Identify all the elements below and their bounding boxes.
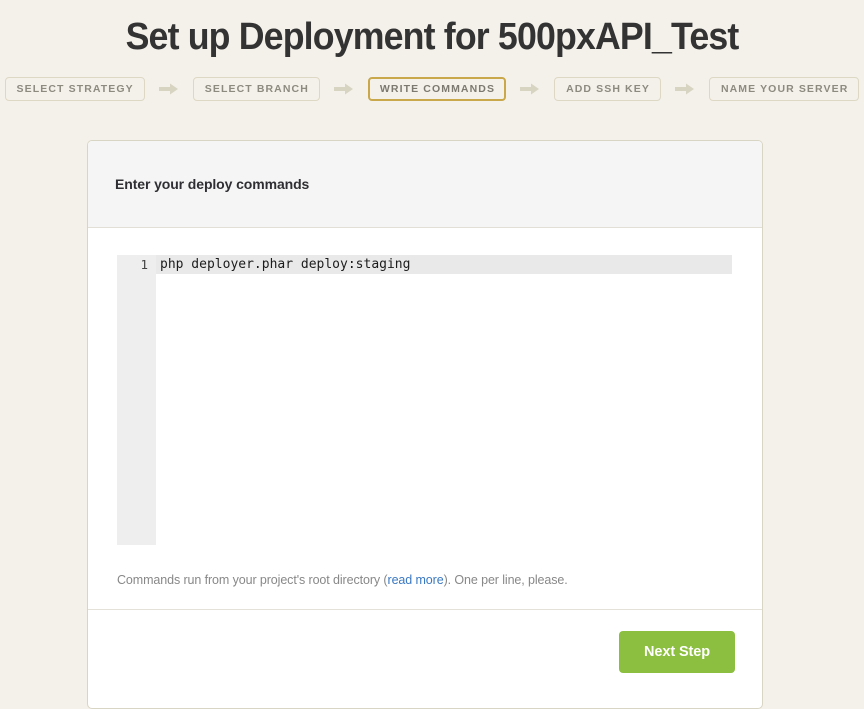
next-step-button[interactable]: Next Step: [619, 631, 735, 673]
card-header: Enter your deploy commands: [88, 141, 762, 228]
editor-lines[interactable]: php deployer.phar deploy:staging: [156, 255, 732, 545]
helper-text-before: Commands run from your project's root di…: [117, 573, 388, 587]
arrow-right-icon: [320, 83, 368, 95]
page-title: Set up Deployment for 500pxAPI_Test: [125, 16, 740, 58]
line-number: 1: [140, 257, 148, 272]
read-more-link[interactable]: read more: [388, 573, 444, 587]
step-breadcrumb: Select Strategy Select Branch Write Comm…: [0, 77, 864, 101]
commands-code-editor[interactable]: 1 php deployer.phar deploy:staging: [117, 255, 732, 545]
step-add-ssh-key[interactable]: Add SSH Key: [554, 77, 661, 101]
deploy-commands-card: Enter your deploy commands 1 php deploye…: [87, 140, 763, 709]
arrow-right-icon: [506, 83, 554, 95]
editor-gutter: 1: [117, 255, 156, 545]
step-name-your-server[interactable]: Name your server: [708, 77, 860, 101]
card-header-title: Enter your deploy commands: [115, 176, 310, 192]
card-body: 1 php deployer.phar deploy:staging Comma…: [88, 255, 762, 587]
step-select-strategy[interactable]: Select Strategy: [4, 77, 145, 101]
arrow-right-icon: [145, 83, 193, 95]
editor-helper-text: Commands run from your project's root di…: [117, 573, 762, 587]
editor-line[interactable]: php deployer.phar deploy:staging: [156, 255, 732, 274]
step-write-commands[interactable]: Write Commands: [367, 77, 507, 101]
editor-line-text: php deployer.phar deploy:staging: [160, 257, 411, 272]
helper-text-after: ). One per line, please.: [443, 573, 568, 587]
card-footer: Next Step: [88, 609, 762, 697]
step-select-branch[interactable]: Select Branch: [192, 77, 320, 101]
arrow-right-icon: [661, 83, 709, 95]
